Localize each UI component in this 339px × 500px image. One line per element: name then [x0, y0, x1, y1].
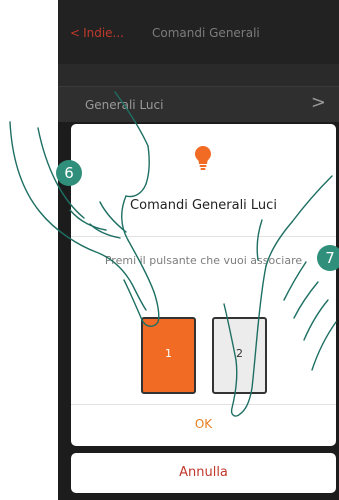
callout-badge-7: 7 — [317, 245, 339, 271]
back-button[interactable]: < Indie... — [70, 26, 124, 40]
page-title: Comandi Generali — [152, 26, 260, 40]
callout-badge-6: 6 — [56, 160, 82, 186]
cancel-label: Annulla — [179, 465, 228, 480]
list-item-generali-luci[interactable]: Generali Luci > — [58, 86, 339, 124]
list-item-label: Generali Luci — [85, 98, 164, 112]
chevron-right-icon: > — [310, 92, 326, 113]
lightbulb-icon — [195, 146, 211, 170]
header-strip — [58, 64, 339, 86]
chevron-left-icon: < — [70, 26, 81, 40]
back-label: Indie... — [83, 26, 124, 40]
button-1[interactable]: 1 — [141, 317, 196, 394]
button-2[interactable]: 2 — [212, 317, 267, 394]
dialog-title: Comandi Generali Luci — [130, 198, 277, 213]
cancel-button[interactable]: Annulla — [71, 453, 336, 493]
dialog-message: Premi il pulsante che vuoi associare — [104, 254, 303, 267]
top-bar: < Indie... Comandi Generali — [58, 0, 339, 64]
divider — [71, 236, 336, 237]
associate-dialog: Comandi Generali Luci Premi il pulsante … — [71, 124, 336, 446]
button-1-label: 1 — [165, 347, 172, 360]
button-2-label: 2 — [236, 347, 243, 360]
divider — [71, 404, 336, 405]
ok-button[interactable]: OK — [71, 417, 336, 431]
